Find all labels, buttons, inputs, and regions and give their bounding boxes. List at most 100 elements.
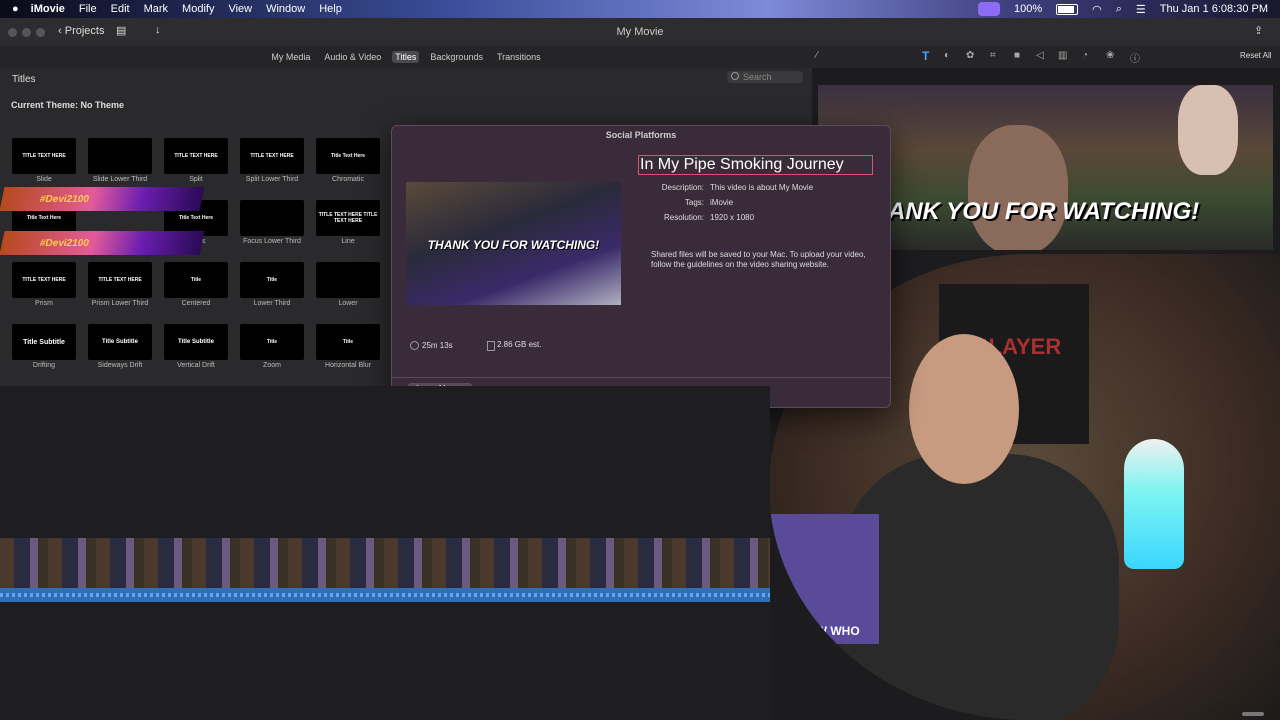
browser-tab-bar: My Media Audio & Video Titles Background… bbox=[0, 46, 812, 68]
screen-record-icon[interactable] bbox=[977, 2, 1000, 16]
title-tile-centered[interactable]: Title bbox=[164, 262, 228, 298]
inspector-toolbar: ⁄ T ◐ ✿ ⌗ ■ ◁ ▥ ◔ ❀ ⓘ Reset All bbox=[812, 46, 1280, 68]
audio-waveform[interactable] bbox=[0, 588, 770, 602]
title-tile-sideways-drift[interactable]: Title Subtitle bbox=[88, 324, 152, 360]
soap-box-text: U KNOW WHO bbox=[777, 624, 860, 638]
title-tile-vertical-drift[interactable]: Title Subtitle bbox=[164, 324, 228, 360]
title-tile-split[interactable]: TITLE TEXT HERE bbox=[164, 138, 228, 174]
search-icon[interactable]: ⌕ bbox=[1116, 3, 1122, 16]
magic-wand-icon[interactable]: ⁄ bbox=[816, 50, 818, 61]
title-label: Sideways Drift bbox=[97, 362, 143, 369]
person-face bbox=[909, 334, 1019, 484]
streamer-banner: #Devi2100 bbox=[0, 187, 205, 211]
title-label: Line bbox=[341, 238, 355, 245]
dialog-title: Social Platforms bbox=[605, 130, 677, 140]
title-tile-prism[interactable]: TITLE TEXT HERE bbox=[12, 262, 76, 298]
tags-field[interactable]: iMovie bbox=[710, 198, 733, 207]
tags-label: Tags: bbox=[684, 198, 704, 207]
microphone bbox=[1124, 439, 1184, 569]
battery-percent: 100% bbox=[1013, 3, 1043, 15]
search-placeholder: Search bbox=[743, 72, 772, 82]
waveform bbox=[0, 593, 770, 597]
title-tile-focus-lower-third[interactable] bbox=[240, 200, 304, 236]
clock[interactable]: Thu Jan 1 6:08:30 PM bbox=[1160, 3, 1268, 15]
menu-mark[interactable]: Mark bbox=[144, 3, 168, 15]
control-center-icon[interactable]: ☰ bbox=[1136, 3, 1146, 16]
title-tile-line[interactable]: TITLE TEXT HERE TITLE TEXT HERE bbox=[316, 200, 380, 236]
title-tile-lower-third[interactable]: Title bbox=[240, 262, 304, 298]
search-icon bbox=[731, 72, 739, 80]
reset-all-button[interactable]: Reset All bbox=[1240, 51, 1272, 60]
noise-reduction-icon[interactable]: ▥ bbox=[1058, 50, 1067, 61]
title-label: Horizontal Blur bbox=[325, 362, 371, 369]
title-tile-split-lower-third[interactable]: TITLE TEXT HERE bbox=[240, 138, 304, 174]
crop-icon[interactable]: ⌗ bbox=[990, 50, 996, 61]
color-balance-icon[interactable]: ◐ bbox=[944, 50, 950, 61]
video-clip-filmstrip[interactable] bbox=[0, 538, 770, 588]
titles-tool-icon[interactable]: T bbox=[922, 49, 929, 63]
info-icon[interactable]: ⓘ bbox=[1130, 50, 1140, 65]
current-theme-label: Current Theme: No Theme bbox=[11, 100, 125, 110]
viewer-mannequin bbox=[1178, 85, 1238, 175]
file-size-value: 2.86 GB est. bbox=[497, 340, 542, 349]
description-label: Description: bbox=[661, 183, 704, 192]
streamer-banner: #Devi2100 bbox=[0, 231, 205, 255]
menu-app-name[interactable]: iMovie bbox=[31, 3, 65, 15]
title-tile-prism-lower-third[interactable]: TITLE TEXT HERE bbox=[88, 262, 152, 298]
tab-transitions[interactable]: Transitions bbox=[494, 51, 544, 63]
share-icon[interactable]: ⇪ bbox=[1254, 24, 1263, 37]
title-tile-horizontal-blur[interactable]: Title bbox=[316, 324, 380, 360]
search-input[interactable]: Search bbox=[727, 71, 803, 83]
menu-bar: ● iMovie File Edit Mark Modify View Wind… bbox=[0, 0, 1280, 18]
title-label: Lower Third bbox=[253, 300, 291, 307]
title-label: Focus Lower Third bbox=[243, 238, 301, 245]
menu-edit[interactable]: Edit bbox=[111, 3, 130, 15]
apple-icon[interactable]: ● bbox=[12, 3, 19, 15]
title-label: Prism Lower Third bbox=[91, 300, 149, 307]
title-label: Drifting bbox=[32, 362, 56, 369]
battery-icon[interactable] bbox=[1056, 3, 1079, 15]
menu-file[interactable]: File bbox=[79, 3, 97, 15]
title-tile-slide-lower-third[interactable] bbox=[88, 138, 152, 174]
title-tile-slide[interactable]: TITLE TEXT HERE bbox=[12, 138, 76, 174]
viewer-person bbox=[968, 125, 1068, 250]
volume-icon[interactable]: ◁ bbox=[1036, 50, 1044, 61]
description-field[interactable]: This video is about My Movie bbox=[710, 183, 813, 192]
tab-titles[interactable]: Titles bbox=[392, 51, 420, 63]
title-label: Chromatic bbox=[332, 176, 364, 183]
title-tile-drifting[interactable]: Title Subtitle bbox=[12, 324, 76, 360]
share-thumbnail: THANK YOU FOR WATCHING! bbox=[406, 182, 621, 305]
title-field[interactable]: In My Pipe Smoking Journey bbox=[638, 155, 873, 175]
clip-filter-icon[interactable]: ❀ bbox=[1106, 50, 1114, 61]
title-tile-chromatic[interactable]: Title Text Here bbox=[316, 138, 380, 174]
clock-icon bbox=[410, 341, 419, 350]
menu-window[interactable]: Window bbox=[266, 3, 305, 15]
title-label: Centered bbox=[181, 300, 211, 307]
title-label: Split Lower Third bbox=[245, 176, 299, 183]
resolution-select[interactable]: 1920 x 1080 bbox=[710, 213, 754, 222]
scrollbar-handle[interactable] bbox=[1242, 712, 1264, 716]
menu-help[interactable]: Help bbox=[319, 3, 342, 15]
title-label: Vertical Drift bbox=[177, 362, 215, 369]
wifi-icon[interactable]: ◠ bbox=[1092, 3, 1102, 16]
resolution-label: Resolution: bbox=[663, 213, 704, 222]
window-titlebar: ‹ Projects ▤ ↓ My Movie ⇪ bbox=[0, 18, 1280, 47]
social-platforms-dialog: Social Platforms THANK YOU FOR WATCHING!… bbox=[391, 125, 891, 408]
person-shirt bbox=[839, 454, 1119, 720]
tab-audio-video[interactable]: Audio & Video bbox=[321, 51, 384, 63]
title-label: Slide Lower Third bbox=[92, 176, 148, 183]
color-correction-icon[interactable]: ✿ bbox=[966, 50, 974, 61]
share-thumbnail-text: THANK YOU FOR WATCHING! bbox=[427, 238, 600, 252]
title-label: Lower bbox=[338, 300, 358, 307]
title-tile-lower[interactable] bbox=[316, 262, 380, 298]
tab-my-media[interactable]: My Media bbox=[268, 51, 313, 63]
section-title: Titles bbox=[12, 74, 36, 85]
stabilization-icon[interactable]: ■ bbox=[1014, 50, 1020, 61]
duration-value: 25m 13s bbox=[422, 341, 453, 350]
speed-icon[interactable]: ◔ bbox=[1082, 50, 1088, 61]
title-tile-zoom[interactable]: Title bbox=[240, 324, 304, 360]
menu-view[interactable]: View bbox=[228, 3, 252, 15]
title-label: Prism bbox=[35, 300, 53, 307]
menu-modify[interactable]: Modify bbox=[182, 3, 214, 15]
tab-backgrounds[interactable]: Backgrounds bbox=[427, 51, 486, 63]
